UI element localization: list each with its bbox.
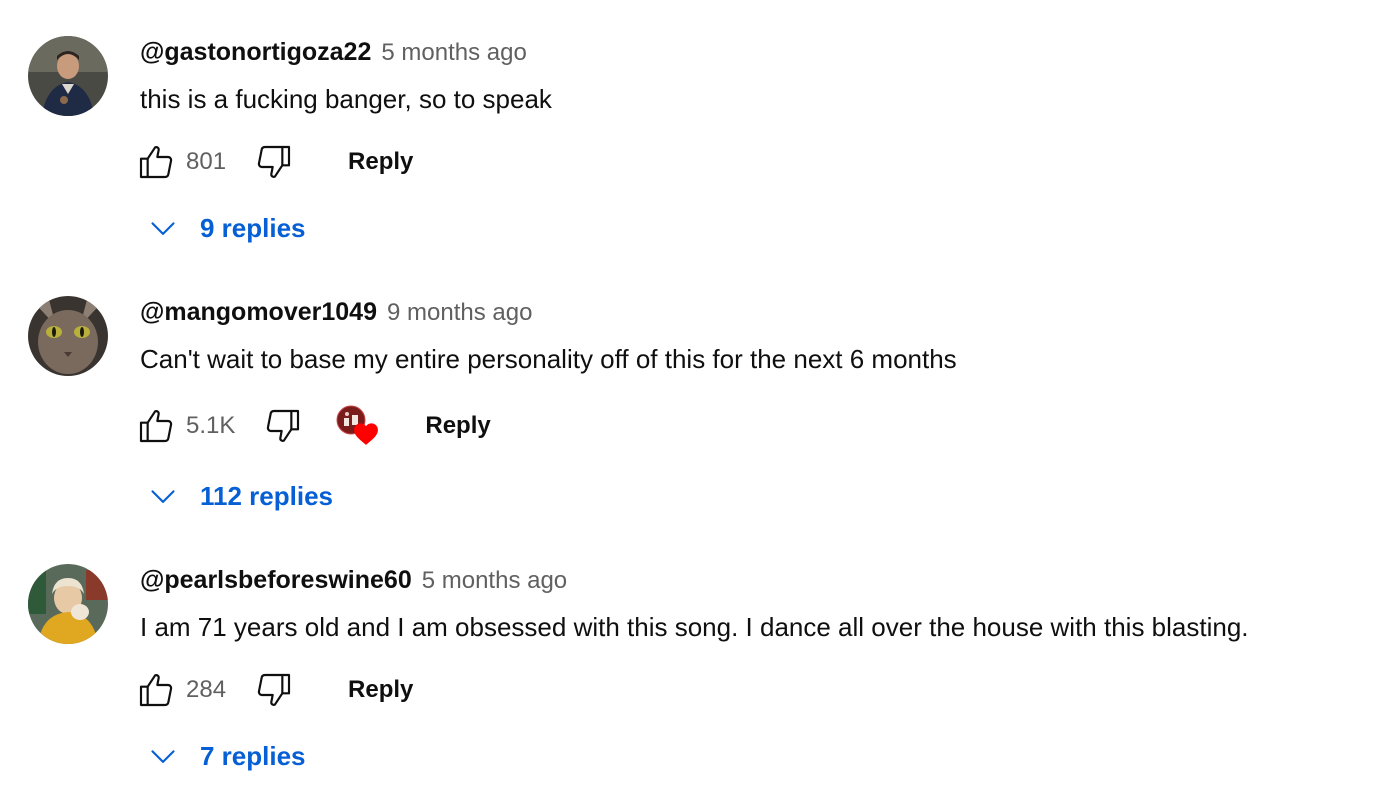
like-count: 801 [186, 148, 227, 175]
replies-count-label: 112 replies [200, 480, 333, 511]
chevron-down-icon [148, 741, 178, 771]
like-button[interactable] [136, 142, 176, 182]
chevron-down-icon [148, 481, 178, 511]
like-button[interactable] [136, 406, 176, 446]
comment-text: I am 71 years old and I am obsessed with… [140, 612, 1249, 642]
view-replies-button[interactable]: 7 replies [148, 736, 306, 776]
avatar[interactable] [28, 564, 108, 644]
reply-button[interactable]: Reply [348, 676, 413, 704]
creator-heart-badge [335, 404, 379, 448]
thumbs-up-icon [139, 674, 173, 707]
reply-button[interactable]: Reply [425, 412, 490, 440]
comment-text: Can't wait to base my entire personality… [140, 344, 957, 374]
avatar[interactable] [28, 296, 108, 376]
thumbs-down-icon [257, 673, 291, 706]
like-count: 5.1K [186, 412, 236, 439]
comment-author[interactable]: @gastonortigoza22 [140, 38, 371, 67]
dislike-button[interactable] [263, 406, 303, 446]
thumbs-down-icon [257, 145, 291, 178]
like-button[interactable] [136, 670, 176, 710]
comment-text: this is a fucking banger, so to speak [140, 84, 552, 114]
replies-count-label: 9 replies [200, 212, 306, 243]
comment-author[interactable]: @mangomover1049 [140, 298, 377, 327]
reply-button[interactable]: Reply [348, 148, 413, 176]
thumbs-up-icon [139, 146, 173, 179]
comment-timestamp[interactable]: 5 months ago [422, 567, 567, 595]
avatar[interactable] [28, 36, 108, 116]
heart-icon [354, 423, 379, 445]
thumbs-up-icon [139, 410, 173, 443]
dislike-button[interactable] [254, 142, 294, 182]
view-replies-button[interactable]: 112 replies [148, 476, 333, 516]
replies-count-label: 7 replies [200, 740, 306, 771]
view-replies-button[interactable]: 9 replies [148, 208, 306, 248]
comments-section: @gastonortigoza22 5 months ago this is a… [0, 0, 1390, 786]
like-count: 284 [186, 676, 227, 703]
comment-author[interactable]: @pearlsbeforeswine60 [140, 566, 412, 595]
thumbs-down-icon [267, 409, 300, 442]
chevron-down-icon [148, 213, 178, 243]
comment-actions: 284 Reply [136, 668, 413, 712]
dislike-button[interactable] [254, 670, 294, 710]
comment-timestamp[interactable]: 5 months ago [381, 39, 526, 67]
comment-timestamp[interactable]: 9 months ago [387, 299, 532, 327]
comment-actions: 801 Reply [136, 140, 413, 184]
comment-actions: 5.1K Reply [136, 404, 491, 448]
